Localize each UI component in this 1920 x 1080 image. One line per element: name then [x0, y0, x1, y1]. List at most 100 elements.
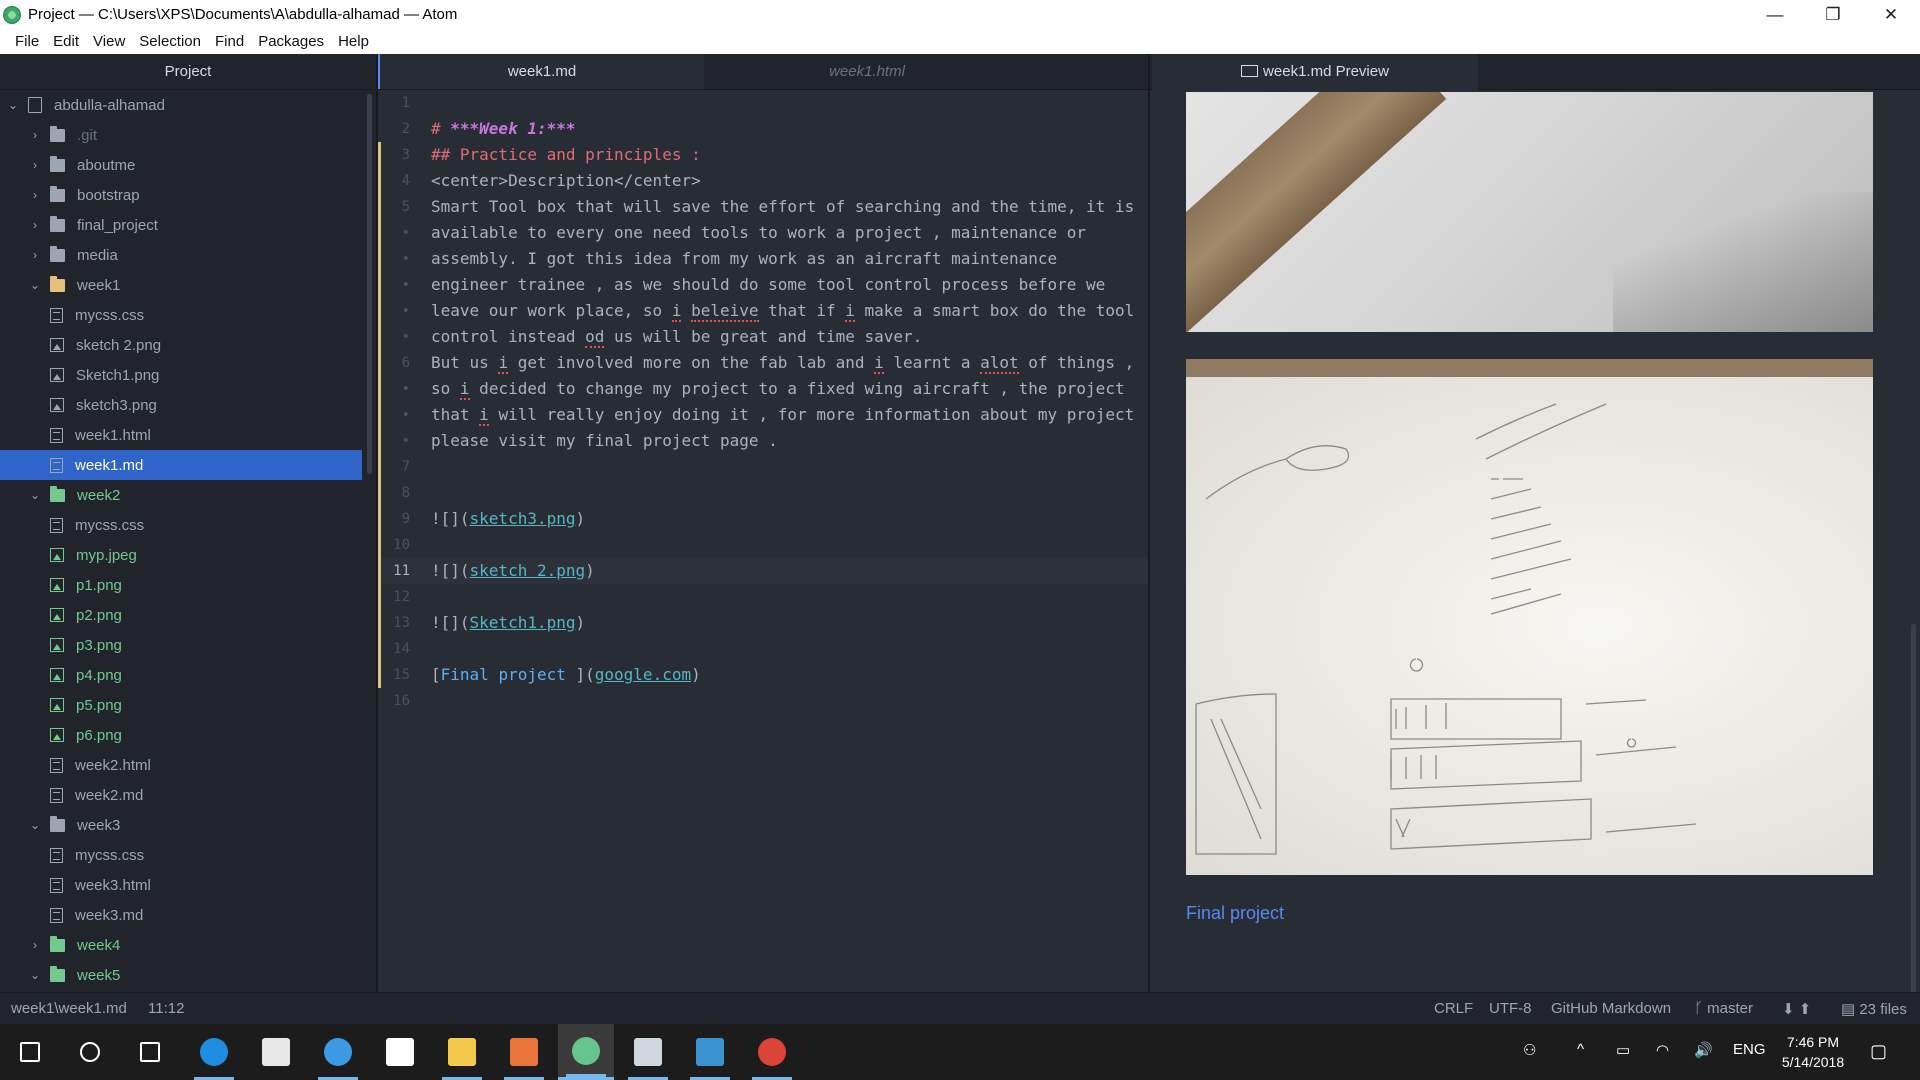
status-git-branch[interactable]: ᚴ master [1694, 1000, 1753, 1017]
clock[interactable]: 7:46 PM 5/14/2018 [1770, 1032, 1856, 1072]
tree-file[interactable]: sketch 2.png [0, 330, 362, 360]
safari-icon[interactable] [310, 1024, 366, 1080]
code-line[interactable]: 14 [378, 636, 1148, 662]
code-line[interactable]: 12 [378, 584, 1148, 610]
chevron-right-icon[interactable]: › [28, 128, 42, 142]
chevron-down-icon[interactable]: ⌄ [28, 488, 42, 502]
tree-file[interactable]: week2.html [0, 750, 362, 780]
edge-icon[interactable] [186, 1024, 242, 1080]
code-line[interactable]: 13 ![](Sketch1.png) [378, 610, 1148, 636]
chevron-right-icon[interactable]: › [28, 218, 42, 232]
volume-icon[interactable]: 🔊 [1694, 1041, 1713, 1059]
code-line[interactable]: 16 [378, 688, 1148, 714]
code-line[interactable]: 1 [378, 90, 1148, 116]
git-icon[interactable] [496, 1024, 552, 1080]
language-indicator[interactable]: ENG [1733, 1041, 1766, 1058]
menu-view[interactable]: View [86, 33, 132, 50]
menu-packages[interactable]: Packages [251, 33, 331, 50]
tree-file[interactable]: week2.md [0, 780, 362, 810]
tree-folder[interactable]: › final_project [0, 210, 362, 240]
code-line[interactable]: 10 [378, 532, 1148, 558]
explorer-icon[interactable] [434, 1024, 490, 1080]
people-icon[interactable]: ⚇ [1523, 1041, 1536, 1059]
code-line[interactable]: 15 [Final project ](google.com) [378, 662, 1148, 688]
task-view-icon[interactable] [122, 1024, 178, 1080]
tree-folder[interactable]: ⌄ week2 [0, 480, 362, 510]
tree-file[interactable]: mycss.css [0, 840, 362, 870]
tree-folder[interactable]: › week4 [0, 930, 362, 960]
code-line[interactable]: 9 ![](sketch3.png) [378, 506, 1148, 532]
status-file-count[interactable]: ▤ 23 files [1841, 1000, 1907, 1018]
status-file-path[interactable]: week1\week1.md [11, 1000, 127, 1017]
tree-file[interactable]: week1.md [0, 450, 362, 480]
preview-scrollbar[interactable] [1911, 624, 1916, 1024]
tree-file[interactable]: p3.png [0, 630, 362, 660]
tree-file[interactable]: week1.html [0, 420, 362, 450]
menu-find[interactable]: Find [208, 33, 251, 50]
tree-folder[interactable]: ⌄ week5 [0, 960, 362, 990]
mail-icon[interactable] [372, 1024, 428, 1080]
tree-file[interactable]: sketch3.png [0, 390, 362, 420]
chevron-up-icon[interactable]: ^ [1577, 1041, 1584, 1058]
code-line[interactable]: • engineer trainee , as we should do some… [378, 272, 1148, 298]
code-line[interactable]: • that i will really enjoy doing it , for… [378, 402, 1148, 428]
tree-file[interactable]: week3.md [0, 900, 362, 930]
start-icon[interactable] [2, 1024, 58, 1080]
fusion-icon[interactable] [682, 1024, 738, 1080]
code-line[interactable]: • available to every one need tools to wo… [378, 220, 1148, 246]
tree-folder[interactable]: › .git [0, 120, 362, 150]
close-button[interactable]: ✕ [1862, 0, 1920, 29]
store-icon[interactable] [248, 1024, 304, 1080]
status-cursor-position[interactable]: 11:12 [148, 1000, 184, 1017]
chevron-down-icon[interactable]: ⌄ [28, 818, 42, 832]
tree-file[interactable]: p1.png [0, 570, 362, 600]
maximize-button[interactable]: ❐ [1804, 0, 1862, 29]
status-grammar[interactable]: GitHub Markdown [1551, 1000, 1671, 1017]
chevron-down-icon[interactable]: ⌄ [28, 968, 42, 982]
tree-file[interactable]: p5.png [0, 690, 362, 720]
minimize-button[interactable]: — [1746, 0, 1804, 29]
tree-file[interactable]: mycss.css [0, 300, 362, 330]
tree-folder[interactable]: ⌄ week3 [0, 810, 362, 840]
tree-folder[interactable]: › media [0, 240, 362, 270]
tree-file[interactable]: myp.jpeg [0, 540, 362, 570]
tree-file[interactable]: p6.png [0, 720, 362, 750]
status-encoding[interactable]: UTF-8 [1489, 1000, 1532, 1017]
tree-folder[interactable]: ⌄ abdulla-alhamad [0, 90, 362, 120]
atom-icon[interactable] [558, 1024, 614, 1080]
menu-file[interactable]: File [8, 33, 46, 50]
code-line[interactable]: 3 ## Practice and principles : [378, 142, 1148, 168]
chevron-down-icon[interactable]: ⌄ [6, 98, 20, 112]
menu-selection[interactable]: Selection [132, 33, 208, 50]
code-line[interactable]: 11 ![](sketch 2.png) [378, 558, 1148, 584]
tree-file[interactable]: week3.html [0, 870, 362, 900]
menu-edit[interactable]: Edit [46, 33, 86, 50]
fetch-icon[interactable]: ⬇ ⬆ [1782, 1000, 1811, 1018]
tree-file[interactable]: Sketch1.png [0, 360, 362, 390]
code-line[interactable]: 6 But us i get involved more on the fab l… [378, 350, 1148, 376]
tree-file[interactable]: p2.png [0, 600, 362, 630]
tree-file[interactable]: p4.png [0, 660, 362, 690]
code-line[interactable]: • so i decided to change my project to a … [378, 376, 1148, 402]
menu-help[interactable]: Help [331, 33, 376, 50]
chevron-right-icon[interactable]: › [28, 938, 42, 952]
search-icon[interactable] [62, 1024, 118, 1080]
chrome-icon[interactable] [744, 1024, 800, 1080]
tree-folder[interactable]: › bootstrap [0, 180, 362, 210]
preview-final-project-link[interactable]: Final project [1186, 903, 1284, 924]
code-line[interactable]: 8 [378, 480, 1148, 506]
code-line[interactable]: 4 <center>Description</center> [378, 168, 1148, 194]
tree-folder[interactable]: ⌄ week1 [0, 270, 362, 300]
tree-scrollbar[interactable] [367, 94, 372, 474]
battery-icon[interactable]: ▭ [1616, 1041, 1630, 1059]
code-line[interactable]: • control instead od us will be great and… [378, 324, 1148, 350]
code-line[interactable]: 2 # ***Week 1:*** [378, 116, 1148, 142]
code-line[interactable]: • leave our work place, so i beleive that… [378, 298, 1148, 324]
tree-folder[interactable]: › aboutme [0, 150, 362, 180]
code-editor[interactable]: 1 2 # ***Week 1:*** 3 ## Practice and princi… [378, 90, 1148, 992]
code-line[interactable]: 5 Smart Tool box that will save the effor… [378, 194, 1148, 220]
code-line[interactable]: 7 [378, 454, 1148, 480]
code-line[interactable]: • please visit my final project page . [378, 428, 1148, 454]
notifications-icon[interactable]: ▢ [1870, 1041, 1887, 1062]
status-line-ending[interactable]: CRLF [1434, 1000, 1473, 1017]
